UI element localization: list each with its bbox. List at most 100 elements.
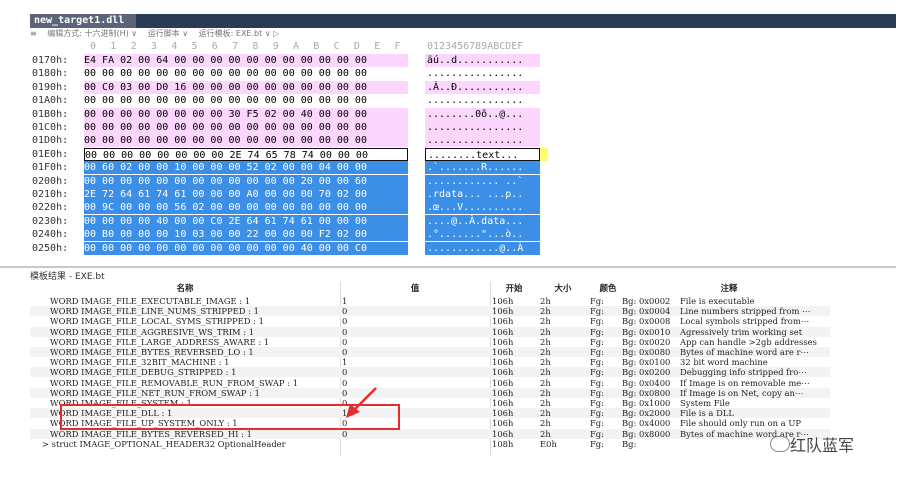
hex-row-bytes[interactable]: 00 C0 03 00 D0 16 00 00 00 00 00 00 00 0… [84, 80, 408, 94]
hex-row[interactable]: 0210h: 2E 72 64 61 74 61 00 00 00 A0 00 0… [30, 188, 896, 201]
template-row[interactable]: > struct IMAGE_OPTIONAL_HEADER32 Optiona… [30, 439, 830, 449]
template-cell-name: > struct IMAGE_OPTIONAL_HEADER32 Optiona… [42, 438, 286, 449]
column-header-color[interactable]: 颜色 [588, 282, 628, 295]
template-cell-name: WORD IMAGE_FILE_LARGE_ADDRESS_AWARE : 1 [50, 336, 270, 347]
edit-mode-dropdown[interactable]: 编辑方式: 十六进制(H) ∨ [47, 29, 137, 38]
column-header-size[interactable]: 大小 [538, 282, 588, 295]
template-cell-bg: Bg: 0x0020 [622, 336, 671, 347]
hex-row-bytes[interactable]: 00 00 00 00 00 00 00 00 00 00 00 00 00 0… [84, 121, 408, 134]
template-row[interactable]: WORD IMAGE_FILE_DEBUG_STRIPPED : 1 0 106h 2… [30, 367, 830, 378]
template-cell-name: WORD IMAGE_FILE_LOCAL_SYMS_STRIPPED : 1 [50, 316, 264, 327]
hex-row[interactable]: 0190h: 00 C0 03 00 D0 16 00 00 00 00 00 0… [30, 80, 896, 94]
template-cell-value: 1 [342, 357, 348, 368]
hex-row[interactable]: 01B0h: 00 00 00 00 00 00 00 00 30 F5 02 0… [30, 107, 896, 121]
hex-row-bytes[interactable]: 00 B0 00 00 00 10 03 00 00 22 00 00 00 F… [84, 228, 408, 242]
hex-row[interactable]: 0180h: 00 00 00 00 00 00 00 00 00 00 00 0… [30, 67, 896, 80]
hex-row-ascii[interactable]: ............@..À [425, 241, 540, 255]
template-cell-value: 0 [342, 367, 348, 378]
hex-row-bytes[interactable]: 2E 72 64 61 74 61 00 00 00 A0 00 00 00 7… [84, 188, 408, 201]
template-cell-name: WORD IMAGE_FILE_REMOVABLE_RUN_FROM_SWAP … [50, 377, 299, 388]
hex-column-header: 0 1 2 3 4 5 6 7 8 9 A B C D E F 0123456789ABCDEF [30, 40, 896, 54]
hex-row-ascii[interactable]: .°......."...ò.. [425, 228, 540, 242]
hex-row[interactable]: 01F0h: 00 60 02 00 00 10 00 00 00 52 02 0… [30, 161, 896, 175]
hex-row[interactable]: 01A0h: 00 00 00 00 00 00 00 00 00 00 00 0… [30, 94, 896, 107]
hex-row[interactable]: 0250h: 00 00 00 00 00 00 00 00 00 00 00 0… [30, 241, 896, 255]
template-cell-bg: Bg: 0x1000 [622, 398, 671, 408]
column-header-name[interactable]: 名称 [30, 282, 340, 295]
hex-row-ascii[interactable]: ........text... [425, 147, 540, 161]
template-row[interactable]: WORD IMAGE_FILE_BYTES_REVERSED_HI : 1 0 10… [30, 428, 830, 439]
hex-row-ascii[interactable]: .rdata... ...p.. [425, 188, 540, 201]
hex-editor-pane[interactable]: 0 1 2 3 4 5 6 7 8 9 A B C D E F 0123456789ABCDEF 0170h: E… [30, 40, 896, 266]
template-cell-comment: File is executable [680, 296, 755, 306]
column-header-start[interactable]: 开始 [490, 282, 538, 295]
hex-row-ascii[interactable]: .À..Ð........... [425, 80, 540, 94]
hex-row-bytes[interactable]: 00 00 00 00 00 00 00 00 30 F5 02 00 40 0… [84, 107, 408, 121]
template-cell-start: 106h [492, 347, 514, 357]
template-row[interactable]: WORD IMAGE_FILE_LARGE_ADDRESS_AWARE : 1 0… [30, 337, 830, 347]
hex-row-ascii[interactable]: ................ [425, 121, 540, 134]
template-cell-bg: Bg: [622, 438, 637, 449]
hex-row-bytes[interactable]: E4 FA 02 00 64 00 00 00 00 00 00 00 00 0… [84, 54, 408, 67]
menu-icon[interactable]: ≡ [30, 29, 37, 38]
hex-row-ascii[interactable]: ........0õ..@... [425, 107, 540, 121]
hex-row-bytes[interactable]: 00 00 00 00 00 00 00 00 00 00 00 00 00 0… [84, 67, 408, 80]
hex-column-label: 8 [252, 41, 259, 52]
editor-toolbar: ≡ 编辑方式: 十六进制(H) ∨ 运行脚本 ∨ 运行模板: EXE.bt ∨ … [30, 28, 896, 40]
hex-row-bytes[interactable]: 00 00 00 00 00 00 00 00 2E 74 65 78 74 0… [84, 147, 408, 161]
template-row[interactable]: WORD IMAGE_FILE_NET_RUN_FROM_SWAP : 1 0 10… [30, 387, 830, 398]
hex-row-ascii[interactable]: .œ...V.......... [425, 201, 540, 215]
template-row[interactable]: WORD IMAGE_FILE_LOCAL_SYMS_STRIPPED : 1 0… [30, 316, 830, 326]
hex-row-ascii[interactable]: ................ [425, 67, 540, 80]
hex-row-bytes[interactable]: 00 9C 00 00 00 56 02 00 00 00 00 00 00 0… [84, 201, 408, 215]
template-row[interactable]: WORD IMAGE_FILE_BYTES_REVERSED_LO : 1 0 10… [30, 347, 830, 357]
hex-row-bytes[interactable]: 00 60 02 00 00 10 00 00 00 52 02 00 00 0… [84, 161, 408, 175]
template-cell-start: 106h [492, 398, 514, 408]
hex-row[interactable]: 01D0h: 00 00 00 00 00 00 00 00 00 00 00 0… [30, 134, 896, 148]
hex-row-address: 0210h: [32, 189, 69, 200]
hex-column-label: 4 [171, 41, 178, 52]
hex-row[interactable]: 0230h: 00 00 00 00 40 00 00 C0 2E 64 61 7… [30, 214, 896, 228]
template-cell-bg: Bg: 0x0010 [622, 326, 671, 337]
hex-row-ascii[interactable]: ....@..À.data... [425, 214, 540, 228]
column-header-comment[interactable]: 注释 [628, 282, 830, 295]
hex-row-ascii[interactable]: .`.......R...... [425, 161, 540, 175]
hex-row-ascii[interactable]: ............ ..` [425, 174, 540, 188]
template-cell-start: 106h [492, 387, 514, 398]
template-row[interactable]: WORD IMAGE_FILE_REMOVABLE_RUN_FROM_SWAP … [30, 378, 830, 388]
hex-row[interactable]: 01C0h: 00 00 00 00 00 00 00 00 00 00 00 0… [30, 121, 896, 134]
template-row[interactable]: WORD IMAGE_FILE_LINE_NUMS_STRIPPED : 1 0 1… [30, 306, 830, 317]
template-cell-value: 0 [342, 387, 348, 398]
hex-row-ascii[interactable]: äú..d........... [425, 54, 540, 67]
file-tab[interactable]: new_target1.dll × [30, 14, 136, 40]
hex-row[interactable]: 0200h: 00 00 00 00 00 00 00 00 00 00 00 0… [30, 174, 896, 188]
hex-row-bytes[interactable]: 00 00 00 00 00 00 00 00 00 00 00 00 20 0… [84, 174, 408, 188]
hex-row-ascii[interactable]: ................ [425, 94, 540, 107]
hex-row[interactable]: 01E0h: 00 00 00 00 00 00 00 00 2E 74 65 7… [30, 147, 896, 161]
template-row[interactable]: WORD IMAGE_FILE_32BIT_MACHINE : 1 1 106h 2h… [30, 357, 830, 367]
template-cell-size: 2h [540, 347, 551, 357]
hex-column-label: 3 [150, 41, 157, 52]
hex-row[interactable]: 0170h: E4 FA 02 00 64 00 00 00 00 00 00 0… [30, 54, 896, 67]
hex-row-ascii[interactable]: ................ [425, 134, 540, 148]
watermark-text: 红队蓝军 [790, 436, 855, 455]
hex-row-bytes[interactable]: 00 00 00 00 00 00 00 00 00 00 00 00 40 0… [84, 241, 408, 255]
hex-row-address: 01F0h: [32, 162, 69, 174]
hex-row-bytes[interactable]: 00 00 00 00 00 00 00 00 00 00 00 00 00 0… [84, 134, 408, 148]
hex-row[interactable]: 0240h: 00 B0 00 00 00 10 03 00 00 22 00 0… [30, 228, 896, 242]
pane-divider[interactable] [0, 266, 896, 268]
hex-row[interactable]: 0220h: 00 9C 00 00 00 56 02 00 00 00 00 0… [30, 201, 896, 215]
template-cell-comment: Bytes of machine word are r⋯ [680, 347, 809, 357]
run-script-dropdown[interactable]: 运行脚本 ∨ [148, 29, 188, 38]
hex-row-bytes[interactable]: 00 00 00 00 40 00 00 C0 2E 64 61 74 61 0… [84, 214, 408, 228]
column-header-value[interactable]: 值 [340, 282, 490, 295]
tab-bar-line [136, 14, 896, 28]
run-template-dropdown[interactable]: 运行模板: EXE.bt ∨ ▷ [199, 29, 280, 38]
template-row[interactable]: WORD IMAGE_FILE_AGGRESIVE_WS_TRIM : 1 0 10… [30, 326, 830, 337]
template-cell-value: 1 [342, 296, 348, 306]
hex-row-address: 0250h: [32, 242, 69, 254]
hex-column-label: B [313, 41, 320, 52]
template-row[interactable]: WORD IMAGE_FILE_EXECUTABLE_IMAGE : 1 1 106… [30, 296, 830, 306]
hex-row-bytes[interactable]: 00 00 00 00 00 00 00 00 00 00 00 00 00 0… [84, 94, 408, 107]
template-cell-fg: Fg: [590, 296, 604, 306]
